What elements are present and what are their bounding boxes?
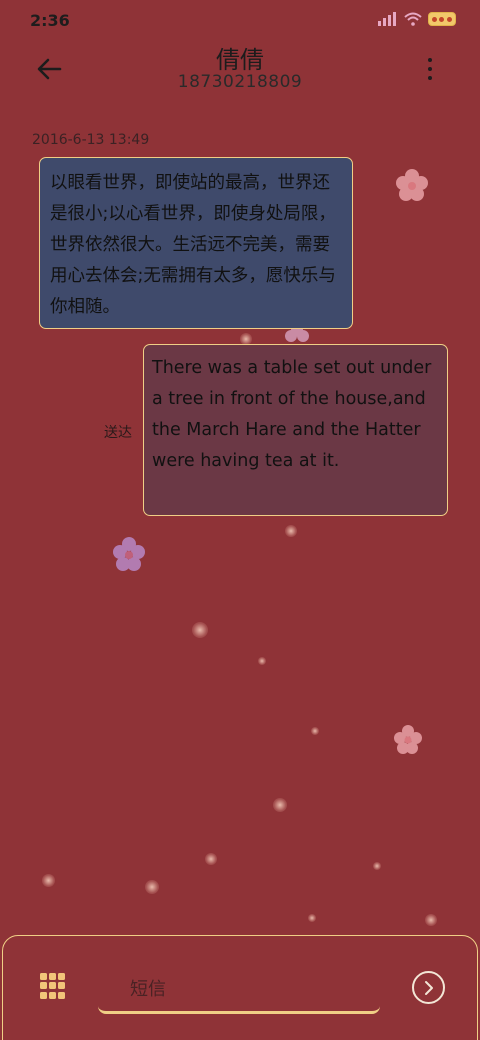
sparkle-decoration (42, 874, 55, 887)
wifi-icon (404, 12, 422, 26)
blossom-decoration-icon (394, 725, 422, 754)
sparkle-decoration (308, 914, 316, 922)
status-time: 2:36 (30, 11, 70, 30)
delivery-status: 送达 (104, 425, 132, 441)
battery-icon (428, 12, 456, 26)
status-bar: 2:36 (0, 0, 480, 40)
outgoing-message-bubble[interactable]: There was a table set out under a tree i… (143, 344, 448, 516)
message-input[interactable] (98, 968, 380, 1014)
send-button[interactable] (412, 971, 445, 1004)
sparkle-decoration (425, 914, 437, 926)
contact-name: 倩倩 (216, 46, 264, 74)
sparkle-decoration (145, 880, 159, 894)
incoming-message-bubble[interactable]: 以眼看世界，即使站的最高，世界还是很小;以心看世界，即使身处局限，世界依然很大。… (39, 157, 353, 329)
sparkle-decoration (258, 657, 266, 665)
sparkle-decoration (373, 862, 381, 870)
blossom-decoration-icon (113, 537, 145, 571)
sparkle-decoration (273, 798, 287, 812)
grid-icon[interactable] (40, 973, 66, 999)
status-icons (378, 12, 456, 26)
contact-phone-number: 18730218809 (177, 72, 303, 92)
sparkle-decoration (205, 853, 217, 865)
blossom-decoration-icon (396, 169, 428, 201)
sparkle-decoration (311, 727, 319, 735)
sparkle-decoration (192, 622, 208, 638)
sparkle-decoration (285, 525, 297, 537)
send-chevron-icon (424, 980, 433, 995)
more-vertical-icon[interactable] (420, 58, 440, 80)
message-timestamp: 2016-6-13 13:49 (32, 132, 150, 148)
signal-icon (378, 12, 398, 26)
